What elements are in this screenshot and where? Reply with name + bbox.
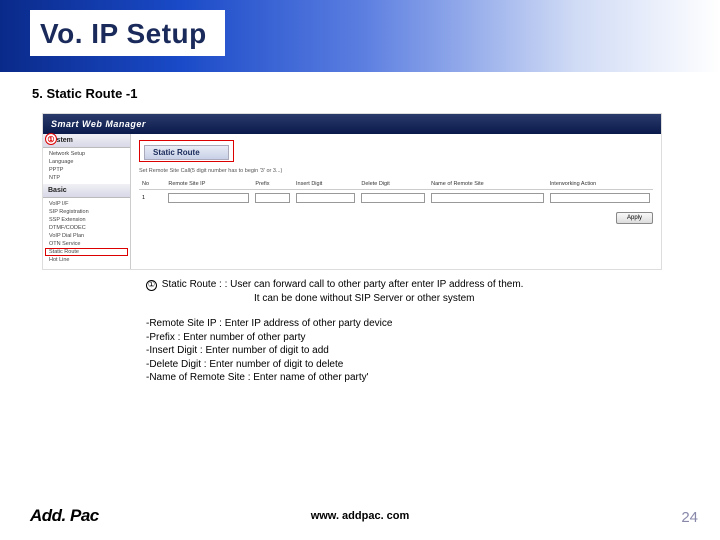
sidebar-item[interactable]: VoIP I/F xyxy=(43,200,130,208)
sidebar-item[interactable]: SIP Registration xyxy=(43,208,130,216)
col-delete-digit: Delete Digit xyxy=(358,179,428,190)
desc-line1a: Static Route : : User can forward call t… xyxy=(162,279,524,290)
prefix-input[interactable] xyxy=(255,193,290,203)
swm-header: Smart Web Manager xyxy=(43,114,661,134)
description-block: ① Static Route : : User can forward call… xyxy=(146,278,706,385)
col-name-remote: Name of Remote Site xyxy=(428,179,547,190)
sidebar-item[interactable]: PPTP xyxy=(43,166,130,174)
col-remote-ip: Remote Site IP xyxy=(165,179,252,190)
sidebar-section-basic: Basic xyxy=(43,184,130,198)
insert-digit-input[interactable] xyxy=(296,193,355,203)
desc-marker-icon: ① xyxy=(146,280,157,291)
col-no: No xyxy=(139,179,165,190)
col-prefix: Prefix xyxy=(252,179,293,190)
col-interwork: Interworking Action xyxy=(547,179,653,190)
interwork-input[interactable] xyxy=(550,193,650,203)
desc-field: -Prefix : Enter number of other party xyxy=(146,331,706,345)
sidebar-item[interactable]: VoIP Dial Plan xyxy=(43,232,130,240)
footer-url: www. addpac. com xyxy=(0,510,720,522)
desc-field: -Name of Remote Site : Enter name of oth… xyxy=(146,371,706,385)
sidebar-item[interactable]: DTMF/CODEC xyxy=(43,224,130,232)
panel-title-highlight: Static Route xyxy=(139,140,234,162)
sidebar-item[interactable]: SSP Extension xyxy=(43,216,130,224)
sidebar-item[interactable]: Language xyxy=(43,158,130,166)
sidebar-item[interactable]: Hot Line xyxy=(43,256,130,264)
panel-title: Static Route xyxy=(144,145,229,160)
sidebar-item[interactable]: Network Setup xyxy=(43,150,130,158)
apply-button[interactable]: Apply xyxy=(616,212,653,224)
cell-no: 1 xyxy=(139,190,165,207)
remote-ip-input[interactable] xyxy=(168,193,249,203)
page-title: Vo. IP Setup xyxy=(30,10,225,56)
marker-1: ① xyxy=(45,133,57,145)
route-table: No Remote Site IP Prefix Insert Digit De… xyxy=(139,179,653,206)
desc-field: -Delete Digit : Enter number of digit to… xyxy=(146,358,706,372)
page-number: 24 xyxy=(681,509,698,526)
desc-field: -Remote Site IP : Enter IP address of ot… xyxy=(146,317,706,331)
remote-name-input[interactable] xyxy=(431,193,544,203)
main-panel: Static Route Set Remote Site Call(5 digi… xyxy=(131,134,661,269)
section-heading: 5. Static Route -1 xyxy=(32,86,696,101)
desc-field: -Insert Digit : Enter number of digit to… xyxy=(146,344,706,358)
desc-line1b: It can be done without SIP Server or oth… xyxy=(254,292,706,306)
sidebar-item-static-route[interactable]: Static Route xyxy=(45,248,128,256)
col-insert-digit: Insert Digit xyxy=(293,179,358,190)
sidebar-item[interactable]: NTP xyxy=(43,174,130,182)
delete-digit-input[interactable] xyxy=(361,193,425,203)
table-row: 1 xyxy=(139,190,653,207)
embedded-screenshot: Smart Web Manager ① System Network Setup… xyxy=(42,113,662,270)
sidebar-item[interactable]: OTN Service xyxy=(43,240,130,248)
content-area: 5. Static Route -1 Smart Web Manager ① S… xyxy=(0,72,720,385)
panel-note: Set Remote Site Call(5 digit number has … xyxy=(139,168,653,174)
title-bar: Vo. IP Setup xyxy=(0,0,720,72)
sidebar: ① System Network Setup Language PPTP NTP… xyxy=(43,134,131,269)
